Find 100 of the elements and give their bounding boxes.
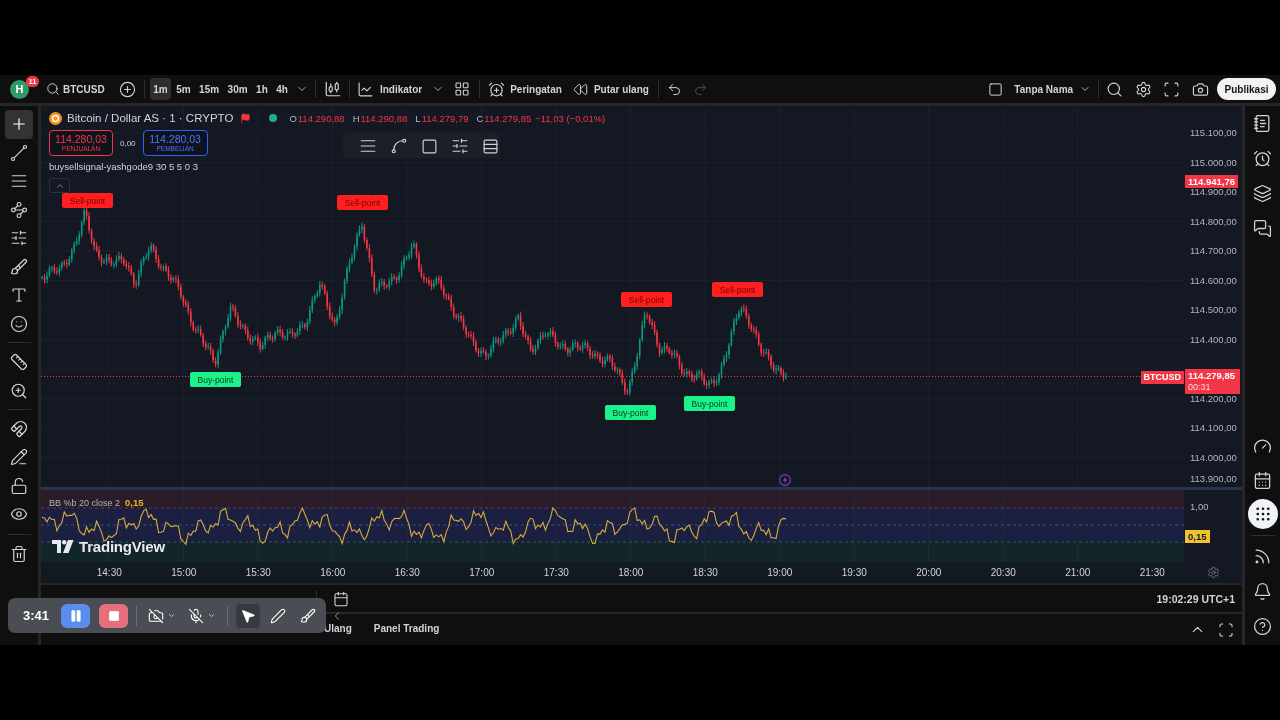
pause-icon [68,608,83,623]
price-tick-label: 114.800,00 [1190,214,1237,229]
sell-signal-label: Sell-point [337,195,388,210]
indicator-value-badge: 0,15 [1185,530,1210,543]
pencil-icon [10,448,28,467]
zoom-in-icon [10,381,28,400]
sliders-icon [451,137,469,155]
price-tick-label: 114.500,00 [1190,303,1237,317]
time-tick-label: 18:00 [617,567,645,578]
clock-text: 19:02:29 UTC+1 [1156,591,1235,606]
plus-icon [119,80,137,98]
calendar-icon [333,590,349,607]
bar-countdown: 00:31 [1188,382,1212,393]
price-tick-label: 115.100,00 [1190,126,1237,140]
stop-icon [107,609,120,622]
panel-tab[interactable]: Ulang [324,623,352,636]
search-icon [46,82,60,96]
publish-button[interactable]: Publikasi [1217,78,1276,100]
layout-button[interactable]: Tanpa Nama [985,78,1077,100]
ruler-icon [10,353,28,372]
redo-icon [693,81,709,97]
pointer-tool[interactable] [236,603,261,628]
price-change: −11,03 (−0,01%) [535,112,606,124]
chat-icon [1253,218,1272,238]
price-tick-label: 114.100,00 [1190,421,1237,435]
lightning-icon[interactable] [779,474,791,486]
high-price-badge: 114.941,76 [1185,175,1239,188]
ohlc-value: 114.290,88 [360,112,408,124]
stop-button[interactable] [99,603,129,628]
alert-button[interactable]: Peringatan [486,78,566,100]
indicator-value: 0,15 [125,497,144,508]
search-icon [1105,80,1123,98]
apps-button[interactable] [1247,499,1278,529]
time-tick-label: 20:30 [989,567,1017,578]
coin-icon [49,111,62,125]
caret-icon [167,611,177,620]
profile-button[interactable]: H [10,79,29,99]
ohlc-value: 114.290,88 [297,112,345,124]
price-tick-label: 113.900,00 [1190,472,1237,486]
time-tick-label: 21:00 [1064,567,1092,578]
ohlc-key: O [289,112,297,124]
ohlc-value: 114.279,79 [421,112,469,124]
settings-icon [1206,566,1220,579]
interval-tab[interactable]: 15m [196,78,223,100]
price-tick-label: 114.900,00 [1190,186,1237,199]
square-icon [421,137,438,155]
text-icon [10,286,28,305]
price-tick-label: 114.700,00 [1190,244,1237,258]
help-icon [1253,616,1272,636]
crosshair-tool[interactable] [5,110,33,139]
recording-time: 3:41 [23,608,50,623]
interval-tab[interactable]: 1h [253,78,271,100]
logo-icon [52,540,74,553]
interval-tab[interactable]: 30m [224,78,251,100]
price-tick-label: 115.000,00 [1190,155,1237,170]
status-dot-icon [269,114,278,122]
time-tick-label: 20:00 [915,567,943,578]
price-tick-label: 114.000,00 [1190,450,1237,465]
trash-icon [10,544,28,563]
brush-icon [300,607,317,624]
spread-value: 0,00 [120,138,136,148]
interval-tab[interactable]: 4h [273,78,291,100]
buy-signal-label: Buy-point [190,372,241,387]
indicator-title: BB %b 20 close 2 [49,497,121,508]
time-tick-label: 15:30 [244,567,272,578]
square-icon [988,81,1004,97]
pause-button[interactable] [61,603,91,628]
time-tick-label: 15:00 [170,567,198,578]
rows-icon [482,137,499,155]
dots-grid-icon [1253,505,1272,523]
sell-signal-label: Sell-point [712,282,763,297]
pointer-icon [240,607,257,624]
buy-signal-label: Buy-point [684,396,735,411]
price-tick-label: 114.400,00 [1190,332,1237,347]
logo-text: TradingView [79,538,165,555]
indicators-button[interactable]: Indikator [352,78,427,100]
curve-icon [390,137,408,155]
time-tick-label: 17:30 [542,567,570,578]
interval-tab[interactable]: 5m [173,78,194,100]
symbol-search-button[interactable]: BTCUSD [42,78,109,100]
lines-icon [359,137,377,155]
magnet-icon [10,419,28,438]
camera-off-icon [148,607,165,624]
calendar-icon [1253,470,1272,490]
ohlc-key: H [352,112,360,124]
replay-button[interactable]: Putar ulang [568,78,653,100]
time-tick-label: 18:30 [691,567,719,578]
interval-tab[interactable]: 1m [150,78,171,100]
price-tick-label: 114.200,00 [1190,391,1237,406]
smiley-icon [10,314,28,333]
ohlc-value: 114.279,85 [484,112,532,124]
time-tick-label: 16:30 [393,567,421,578]
caret-icon [207,611,217,620]
maximize-icon [1218,621,1234,638]
camera-icon [1191,80,1209,98]
time-tick-label: 21:30 [1138,567,1166,578]
grid-icon [454,81,471,97]
indicator-tick-label: 1,00 [1190,500,1209,514]
panel-tab[interactable]: Panel Trading [373,623,440,636]
time-tick-label: 14:30 [95,567,123,578]
